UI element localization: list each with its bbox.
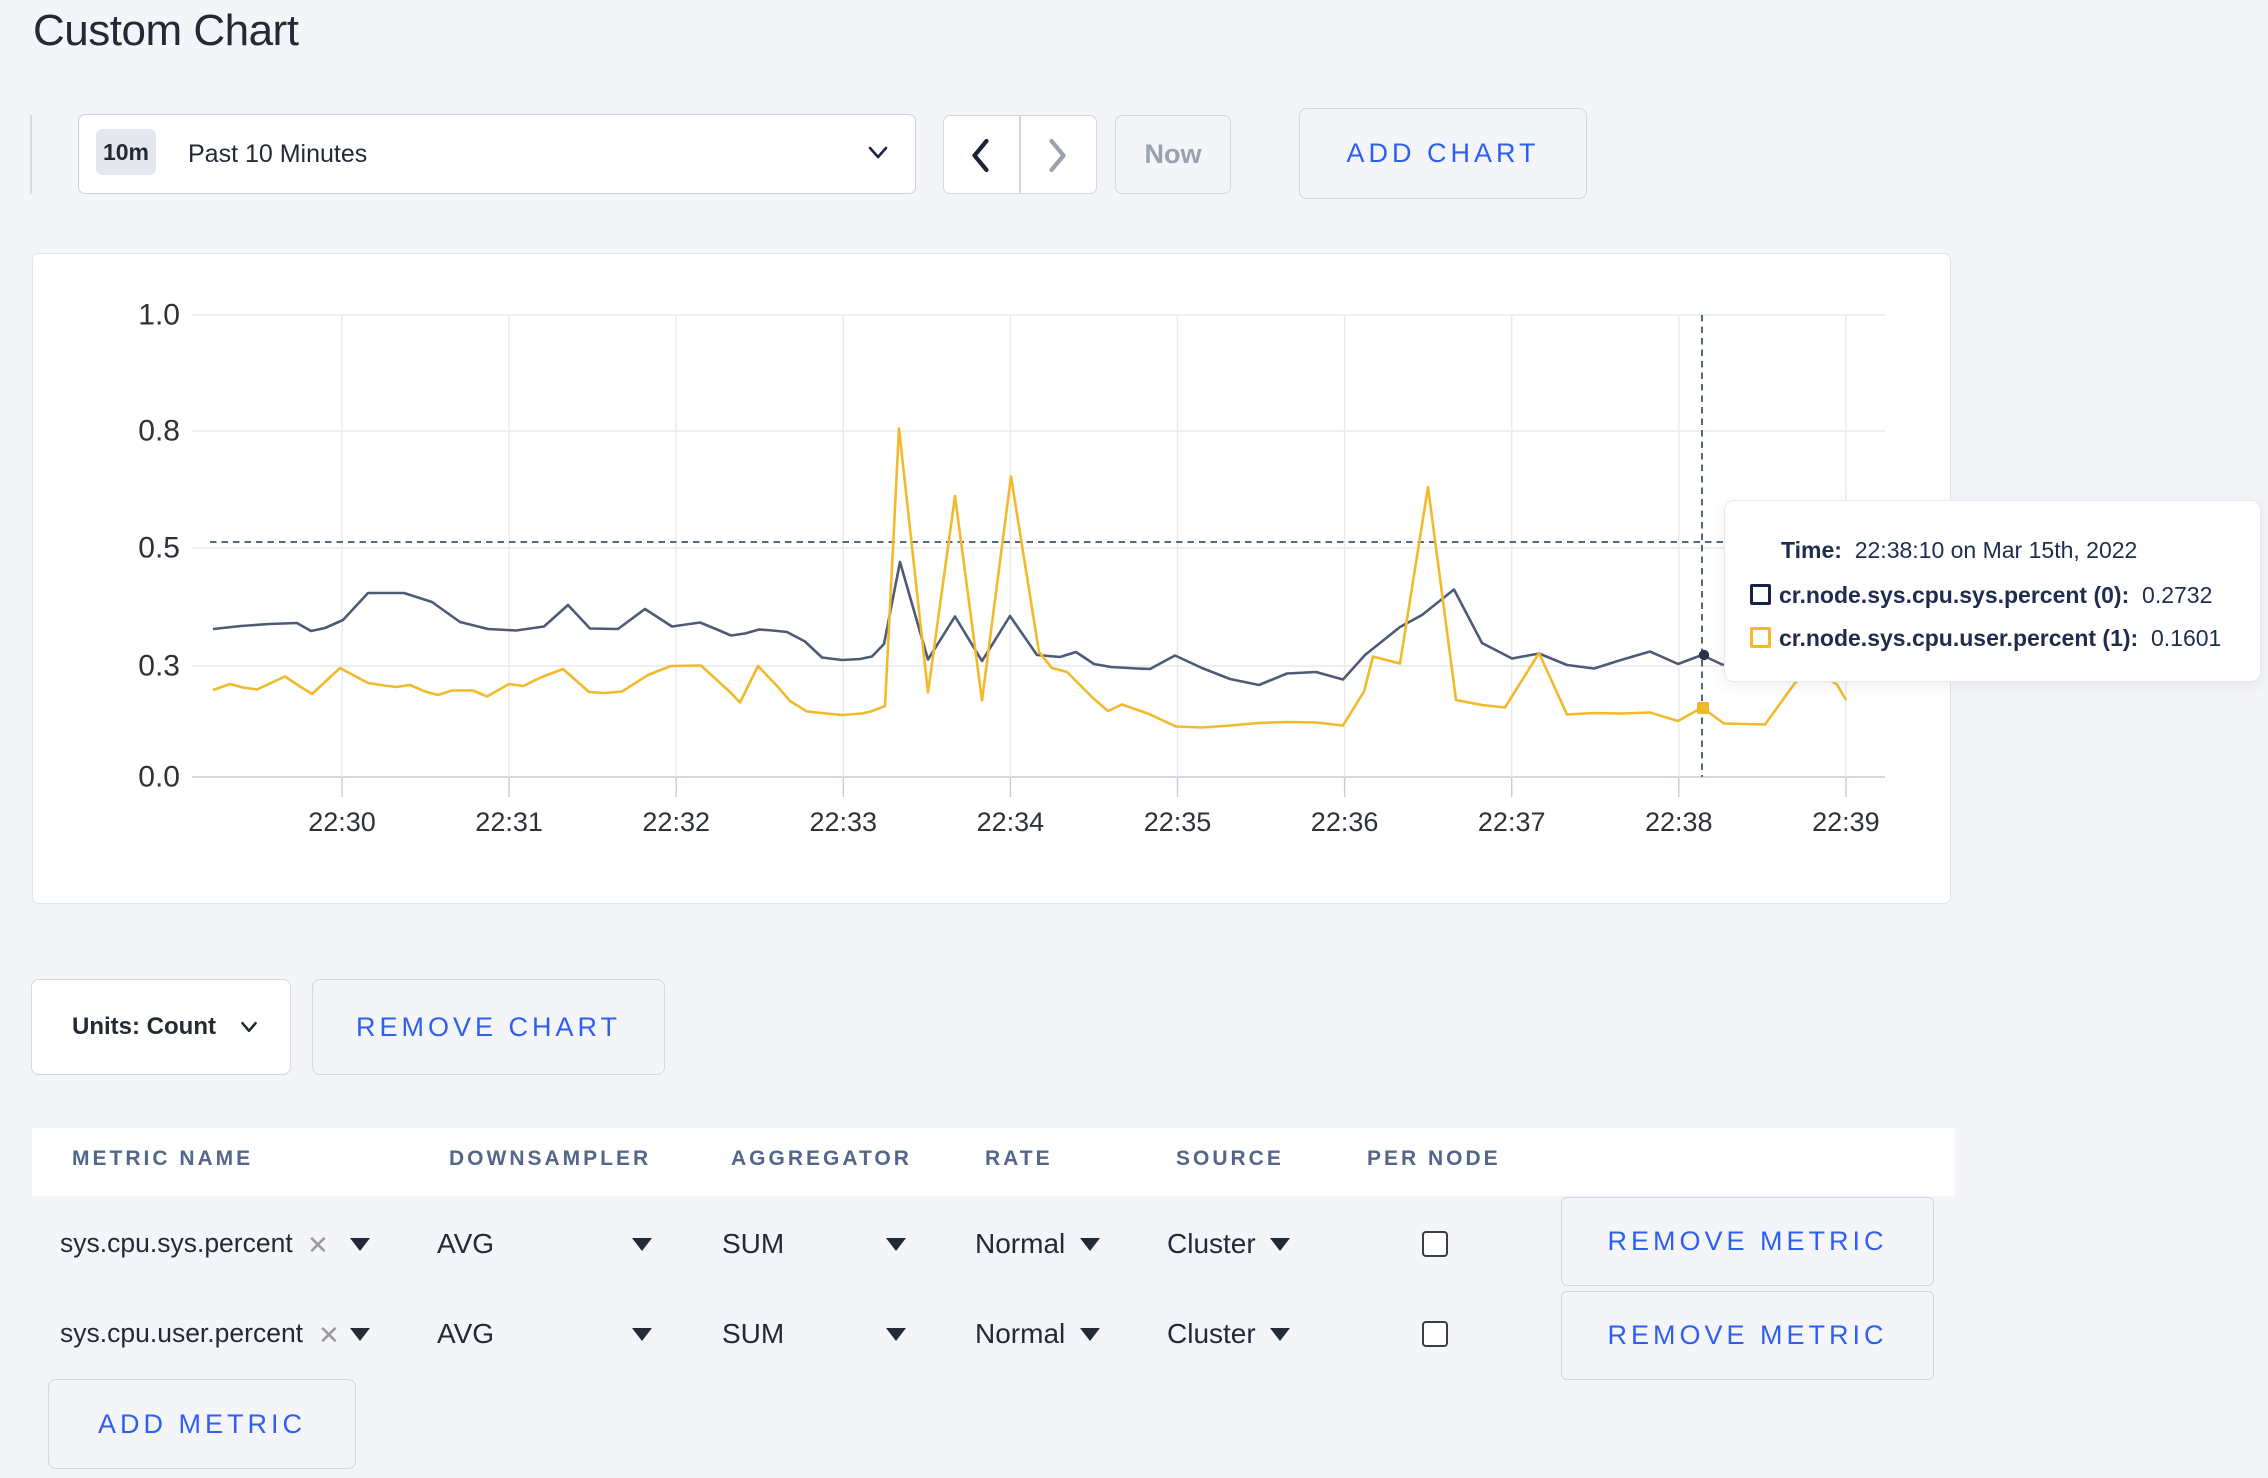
svg-text:0.0: 0.0 [138,761,180,794]
svg-text:22:34: 22:34 [977,807,1045,837]
svg-text:0.3: 0.3 [138,650,180,683]
svg-text:22:37: 22:37 [1478,807,1546,837]
svg-text:22:33: 22:33 [810,807,878,837]
svg-text:22:36: 22:36 [1311,807,1379,837]
svg-text:0.5: 0.5 [138,532,180,565]
svg-text:22:30: 22:30 [308,807,376,837]
svg-text:22:31: 22:31 [475,807,543,837]
svg-text:22:39: 22:39 [1812,807,1880,837]
svg-text:22:35: 22:35 [1144,807,1212,837]
svg-text:0.8: 0.8 [138,415,180,448]
svg-text:1.0: 1.0 [138,299,180,332]
svg-text:22:32: 22:32 [642,807,710,837]
svg-text:22:38: 22:38 [1645,807,1713,837]
